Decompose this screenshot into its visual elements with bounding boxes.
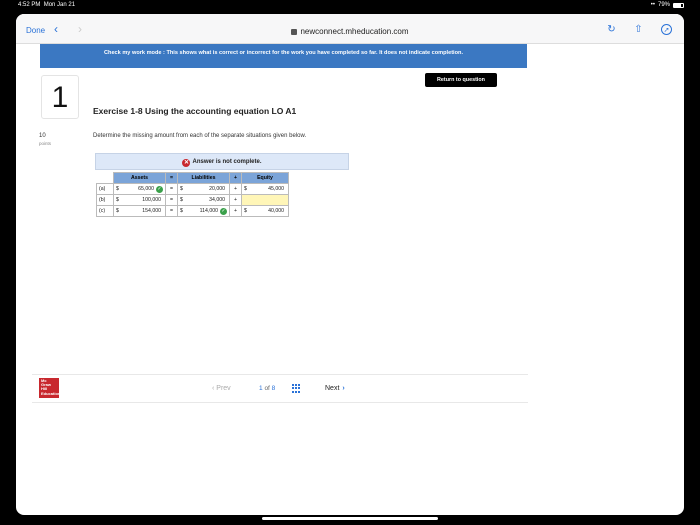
- plus-sign: +: [229, 205, 242, 217]
- status-bar: 4:52 PM Mon Jan 21 •• 79%: [0, 0, 700, 10]
- share-icon[interactable]: ⇧: [633, 24, 644, 35]
- answer-status-box: ✕ Answer is not complete.: [95, 153, 349, 170]
- liabilities-input[interactable]: $114,000 ✓: [177, 205, 230, 217]
- url-bar[interactable]: newconnect.mheducation.com: [16, 27, 684, 36]
- equity-input[interactable]: [241, 194, 289, 206]
- reload-icon[interactable]: ↻: [606, 24, 617, 35]
- exercise-description: Determine the missing amount from each o…: [93, 133, 307, 139]
- header-equals: =: [165, 172, 178, 184]
- assets-input[interactable]: $154,000: [113, 205, 166, 217]
- grid-icon[interactable]: [292, 384, 301, 393]
- equals-sign: =: [165, 205, 178, 217]
- assets-input[interactable]: $100,000: [113, 194, 166, 206]
- page-indicator[interactable]: 1 of 8: [259, 385, 275, 392]
- correct-check-icon: ✓: [220, 207, 227, 215]
- liabilities-input[interactable]: $20,000: [177, 183, 230, 195]
- header-assets: Assets: [113, 172, 166, 184]
- wifi-icon: ••: [650, 2, 655, 8]
- error-icon: ✕: [182, 159, 191, 167]
- row-label: (b): [96, 194, 114, 206]
- battery-percent: 79%: [657, 2, 670, 8]
- plus-sign: +: [229, 194, 242, 206]
- next-button[interactable]: Next ›: [325, 385, 345, 392]
- battery-icon: [673, 2, 684, 8]
- points-display: 10 points: [39, 133, 51, 146]
- lock-icon: [291, 29, 298, 35]
- equity-input[interactable]: $40,000: [241, 205, 289, 217]
- question-number: 1: [41, 75, 79, 119]
- row-label: (c): [96, 205, 114, 217]
- check-mode-banner: Check my work mode : This shows what is …: [40, 44, 527, 68]
- table-row: (b) $100,000 = $34,000 +: [96, 194, 289, 206]
- home-indicator[interactable]: [262, 517, 438, 520]
- assets-input[interactable]: $65,000 ✓: [113, 183, 166, 195]
- correct-check-icon: ✓: [156, 185, 163, 193]
- status-time: 4:52 PM Mon Jan 21: [18, 2, 76, 8]
- table-row: (a) $65,000 ✓ = $20,000 + $45,000: [96, 183, 289, 195]
- table-row: (c) $154,000 = $114,000 ✓ + $40,000: [96, 205, 289, 217]
- header-blank: [97, 173, 114, 184]
- status-right: •• 79%: [651, 2, 684, 8]
- footer-nav: [32, 374, 528, 403]
- prev-button[interactable]: ‹ Prev: [212, 385, 231, 392]
- liabilities-input[interactable]: $34,000: [177, 194, 230, 206]
- equals-sign: =: [165, 194, 178, 206]
- browser-toolbar: Done ‹ › newconnect.mheducation.com ↻ ⇧ …: [16, 14, 684, 44]
- exercise-title: Exercise 1-8 Using the accounting equati…: [93, 106, 297, 116]
- header-plus: +: [229, 172, 242, 184]
- accounting-equation-table: Assets = Liabilities + Equity (a) $65,00…: [96, 172, 289, 217]
- equals-sign: =: [165, 183, 178, 195]
- mcgraw-hill-logo: Mc Graw Hill Education: [39, 378, 60, 398]
- answer-status-text: Answer is not complete.: [192, 159, 262, 165]
- screen: Done ‹ › newconnect.mheducation.com ↻ ⇧ …: [16, 14, 684, 515]
- plus-sign: +: [229, 183, 242, 195]
- header-liabilities: Liabilities: [177, 172, 230, 184]
- equity-input[interactable]: $45,000: [241, 183, 289, 195]
- points-value: 10: [39, 133, 46, 139]
- header-equity: Equity: [241, 172, 289, 184]
- row-label: (a): [96, 183, 114, 195]
- return-to-question-button[interactable]: Return to question: [425, 73, 497, 87]
- compass-icon[interactable]: ➚: [661, 24, 672, 35]
- points-label: points: [39, 141, 52, 146]
- table-header-row: Assets = Liabilities + Equity: [97, 172, 289, 184]
